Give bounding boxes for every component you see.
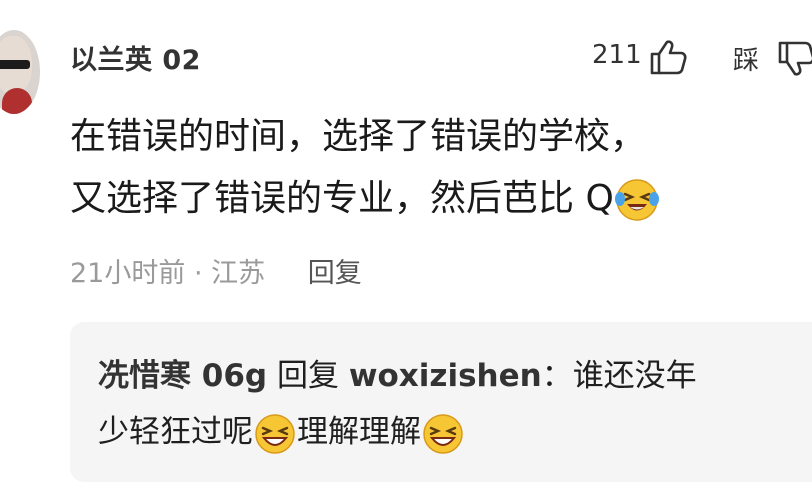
reply-text-part1: 谁还没年 (572, 358, 697, 394)
grinning-squint-emoji-icon (423, 413, 463, 454)
grinning-squint-emoji-icon (255, 413, 295, 454)
crying-laughing-emoji-icon (614, 179, 659, 221)
reply-text-line2-part1: 少轻狂过呢 (98, 414, 253, 450)
reply-colon: ： (541, 358, 573, 394)
reply-button[interactable]: 回复 (308, 258, 362, 289)
like-count: 211 (592, 40, 642, 70)
avatar[interactable] (0, 30, 40, 114)
reply-line-1: 冼惜寒 06g 回复 woxizishen：谁还没年 (98, 348, 798, 404)
avatar-sunglasses (0, 60, 30, 69)
dislike-label[interactable]: 踩 (733, 40, 759, 77)
thumbs-up-icon[interactable] (648, 38, 688, 76)
meta-separator: · (193, 258, 203, 289)
reply-author[interactable]: 冼惜寒 06g (98, 358, 267, 394)
comment-line-1: 在错误的时间，选择了错误的学校， (70, 116, 647, 157)
comment-body: 在错误的时间，选择了错误的学校， 又选择了错误的专业，然后芭比 Q (70, 106, 810, 230)
comment-location: 江苏 (211, 258, 266, 289)
comment-line-2: 又选择了错误的专业，然后芭比 Q (70, 168, 810, 230)
reply-text-line2-part2: 理解理解 (297, 414, 421, 450)
thumbs-down-icon[interactable] (776, 40, 812, 78)
reply-word: 回复 (276, 358, 339, 394)
comment-meta: 21小时前 · 江苏 回复 (70, 251, 362, 290)
reply-line-2: 少轻狂过呢 理解理解 (98, 404, 798, 460)
reply-target-user[interactable]: woxizishen (349, 358, 542, 394)
comment-time: 21小时前 (70, 258, 186, 289)
username[interactable]: 以兰英 02 (70, 38, 201, 77)
avatar-collar (2, 88, 32, 114)
reply-item: 冼惜寒 06g 回复 woxizishen：谁还没年 少轻狂过呢 理解理解 (98, 348, 798, 460)
comment-line-2-text: 又选择了错误的专业，然后芭比 Q (70, 178, 614, 219)
